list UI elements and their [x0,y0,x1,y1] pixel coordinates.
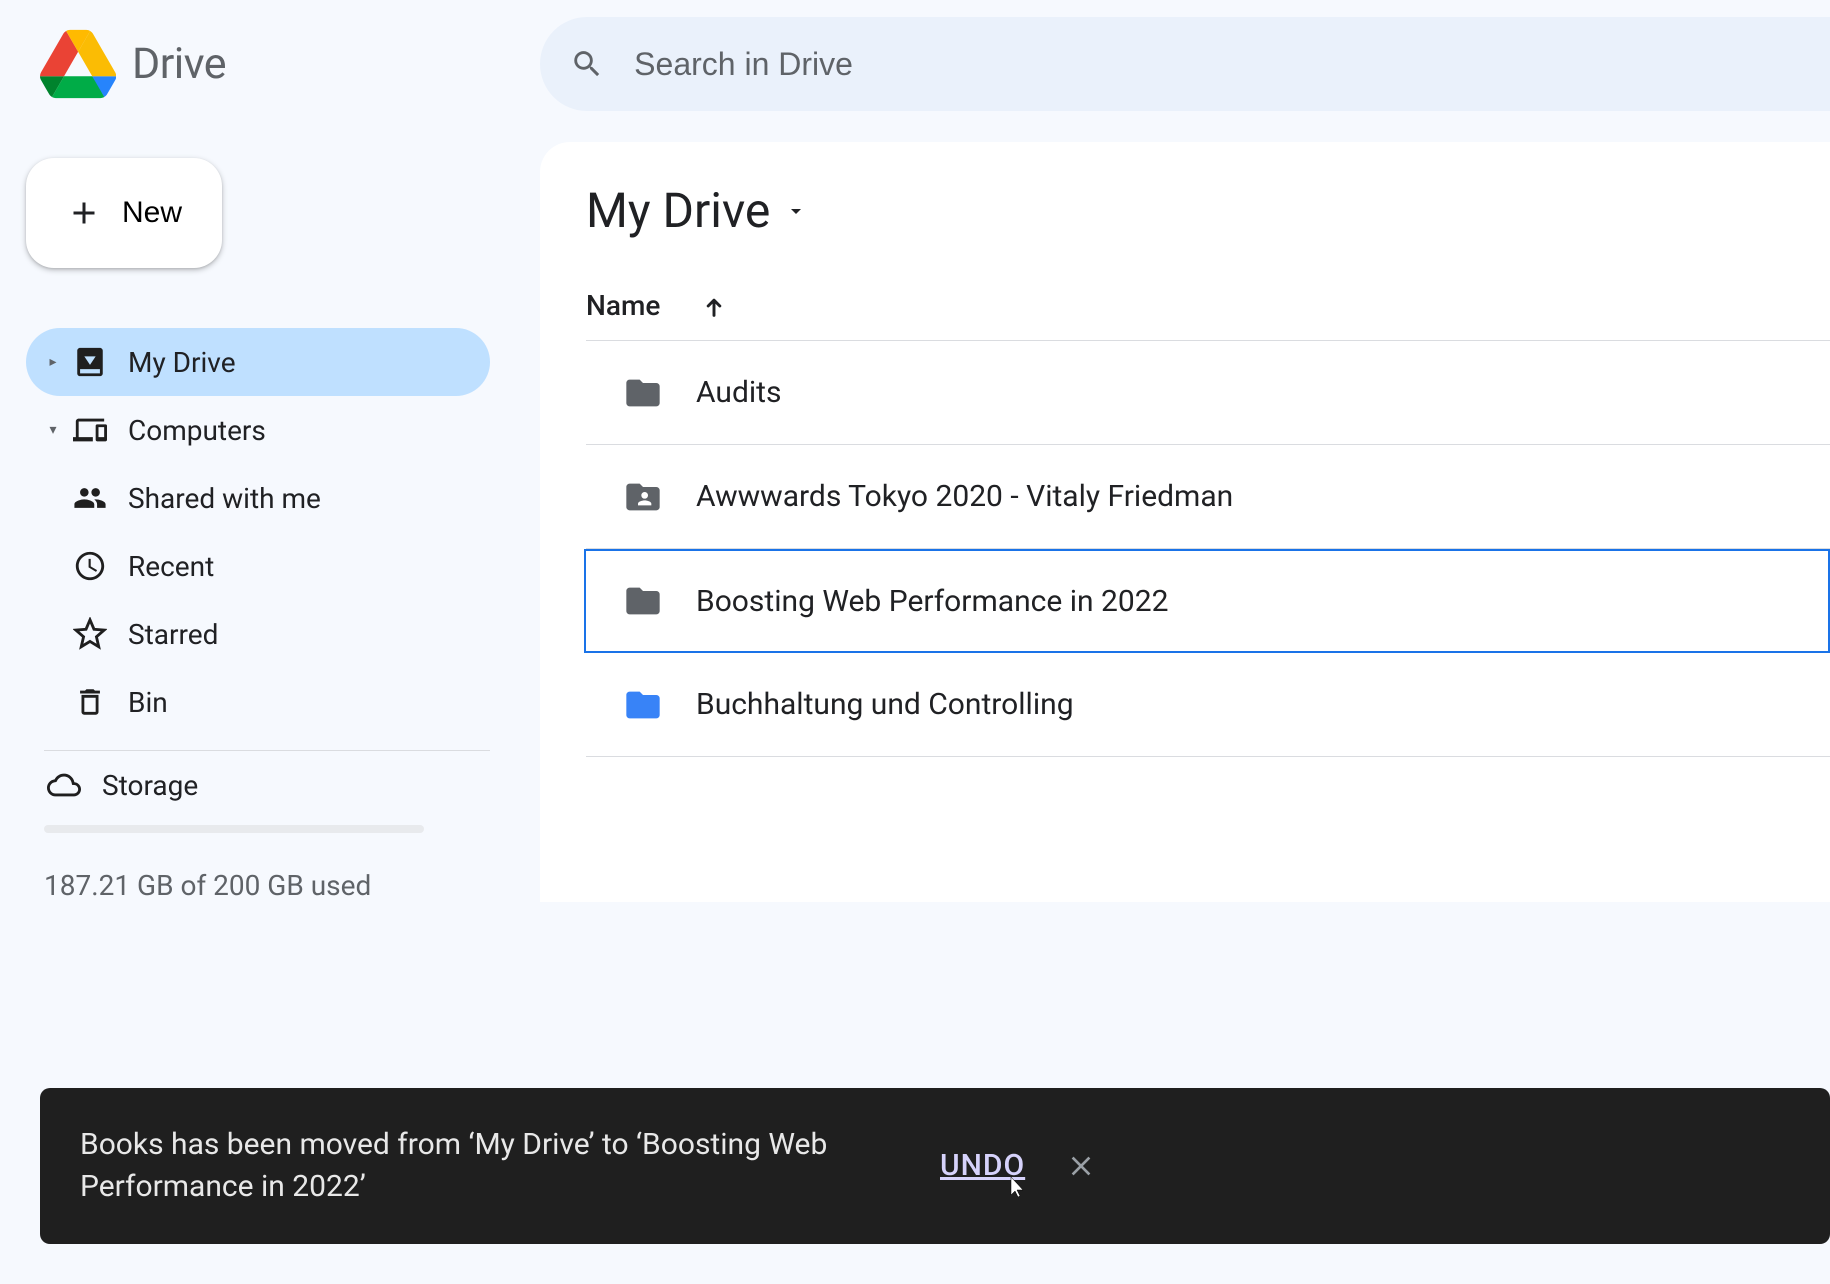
sidebar-item-label: Recent [128,550,214,583]
chevron-right-icon: ▸ [44,354,62,370]
sidebar-item-bin[interactable]: Bin [26,668,490,736]
search-bar[interactable] [540,17,1830,111]
app-name: Drive [132,39,226,89]
storage-text: 187.21 GB of 200 GB used [44,869,490,902]
file-row[interactable]: Awwwards Tokyo 2020 - Vitaly Friedman [586,445,1830,549]
drive-logo-icon [40,26,116,102]
star-icon [70,614,110,654]
chevron-down-icon: ▾ [44,422,62,438]
arrow-up-icon [700,292,728,320]
people-icon [70,478,110,518]
search-icon [570,46,604,82]
devices-icon [70,410,110,450]
sidebar-item-label: Bin [128,686,168,719]
clock-icon [70,546,110,586]
file-name: Boosting Web Performance in 2022 [696,584,1168,619]
file-row[interactable]: Buchhaltung und Controlling [586,653,1830,757]
chevron-down-icon [784,199,808,223]
breadcrumb[interactable]: My Drive [586,182,1830,239]
shared-folder-icon [620,477,666,517]
storage-section: Storage 187.21 GB of 200 GB used [26,765,490,902]
file-row[interactable]: Audits [586,341,1830,445]
column-name: Name [586,289,660,322]
sidebar-item-starred[interactable]: Starred [26,600,490,668]
main-content: My Drive Name Audits Awwwards Tokyo 2020 … [540,142,1830,902]
file-list: Audits Awwwards Tokyo 2020 - Vitaly Fried… [586,341,1830,757]
file-name: Awwwards Tokyo 2020 - Vitaly Friedman [696,479,1233,514]
toast-notification: Books has been moved from ‘My Drive’ to … [40,1088,1830,1244]
file-name: Audits [696,375,781,410]
storage-bar [44,825,424,833]
cloud-icon [44,765,84,805]
toast-message: Books has been moved from ‘My Drive’ to … [80,1124,900,1208]
undo-button[interactable]: UNDO [940,1145,1025,1187]
folder-icon [620,685,666,725]
file-row[interactable]: Boosting Web Performance in 2022 [584,549,1830,653]
sidebar-item-label: Computers [128,414,266,447]
nav-list: ▸ My Drive ▾ Computers Shared with me [26,328,490,736]
new-button-label: New [122,196,182,230]
storage-label: Storage [102,769,198,802]
header: Drive [0,0,1830,128]
sidebar-item-recent[interactable]: Recent [26,532,490,600]
sidebar-item-label: My Drive [128,346,236,379]
new-button[interactable]: New [26,158,222,268]
file-name: Buchhaltung und Controlling [696,687,1074,722]
sidebar-item-shared[interactable]: Shared with me [26,464,490,532]
cursor-icon [1003,1175,1027,1199]
sidebar-item-label: Shared with me [128,482,321,515]
close-icon [1065,1150,1097,1182]
folder-icon [620,373,666,413]
plus-icon [66,195,102,231]
sidebar-item-storage[interactable]: Storage [44,765,490,805]
trash-icon [70,682,110,722]
drive-icon [70,342,110,382]
logo-section[interactable]: Drive [40,26,540,102]
sidebar-item-label: Starred [128,618,218,651]
search-input[interactable] [634,46,1830,83]
sidebar-item-computers[interactable]: ▾ Computers [26,396,490,464]
breadcrumb-title: My Drive [586,182,770,239]
close-button[interactable] [1065,1150,1097,1182]
divider [44,750,490,751]
folder-icon [620,581,666,621]
sidebar-item-my-drive[interactable]: ▸ My Drive [26,328,490,396]
table-header[interactable]: Name [586,289,1830,341]
sidebar: New ▸ My Drive ▾ Computers [0,128,540,902]
